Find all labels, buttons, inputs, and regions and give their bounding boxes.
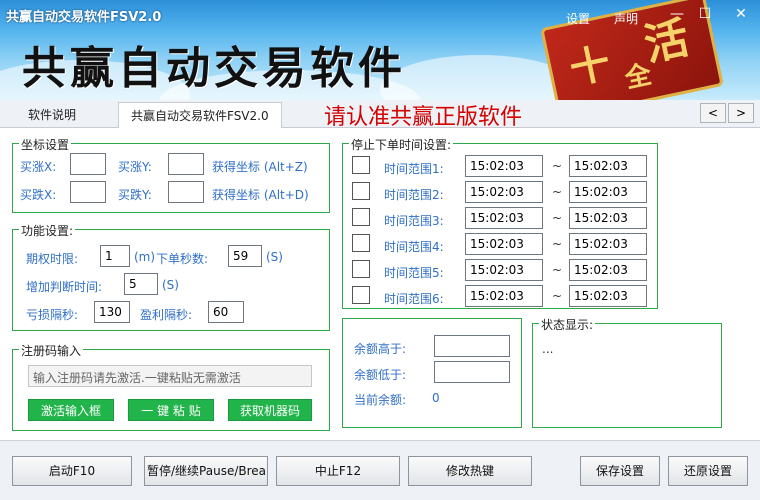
stop-time-to-input[interactable]: 15:02:03: [569, 181, 647, 203]
expiry-unit: (m): [134, 250, 156, 264]
stop-time-checkbox[interactable]: [352, 156, 370, 174]
stop-time-checkbox[interactable]: [352, 234, 370, 252]
registration-code-input[interactable]: 输入注册码请先激活.一键粘贴无需激活: [28, 365, 312, 387]
save-settings-button[interactable]: 保存设置: [580, 456, 660, 486]
buy-down-y-label: 买跌Y:: [118, 188, 152, 202]
coords-group-title: 坐标设置: [19, 136, 72, 153]
tab-notice: 请认准共赢正版软件: [324, 105, 523, 130]
start-button[interactable]: 启动F10: [12, 456, 132, 486]
order-seconds-label: 下单秒数:: [156, 252, 209, 266]
stop-time-from-input[interactable]: 15:02:03: [465, 259, 543, 281]
stop-time-to-input[interactable]: 15:02:03: [569, 155, 647, 177]
stop-time-to-input[interactable]: 15:02:03: [569, 285, 647, 307]
tab-main[interactable]: 共赢自动交易软件FSV2.0: [118, 102, 282, 128]
stop-time-to-input[interactable]: 15:02:03: [569, 259, 647, 281]
order-seconds-unit: (S): [266, 250, 283, 264]
order-seconds-input[interactable]: 59: [228, 245, 262, 267]
stop-time-checkbox[interactable]: [352, 182, 370, 200]
stop-time-from-input[interactable]: 15:02:03: [465, 181, 543, 203]
function-group-title: 功能设置:: [19, 222, 76, 239]
balance-above-label: 余额高于:: [354, 342, 407, 356]
loss-interval-label: 亏损隔秒:: [26, 308, 79, 322]
buy-up-x-label: 买涨X:: [20, 160, 57, 174]
balance-above-input[interactable]: [434, 335, 510, 357]
stop-time-from-input[interactable]: 15:02:03: [465, 285, 543, 307]
registration-group-title: 注册码输入: [19, 342, 84, 359]
stop-time-label: 时间范围2:: [384, 188, 444, 202]
modify-hotkey-button[interactable]: 修改热键: [408, 456, 532, 486]
activate-input-button[interactable]: 激活输入框: [28, 399, 114, 421]
stop-time-label: 时间范围4:: [384, 240, 444, 254]
status-text: ...: [542, 342, 554, 356]
stop-time-to-input[interactable]: 15:02:03: [569, 233, 647, 255]
stop-time-separator: ~: [552, 263, 563, 277]
get-machine-code-button[interactable]: 获取机器码: [228, 399, 312, 421]
stop-time-from-input[interactable]: 15:02:03: [465, 207, 543, 229]
settings-link[interactable]: 设置: [566, 10, 590, 27]
stop-time-to-input[interactable]: 15:02:03: [569, 207, 647, 229]
current-balance-value: 0: [432, 391, 440, 405]
stop-time-separator: ~: [552, 289, 563, 303]
stop-time-checkbox[interactable]: [352, 208, 370, 226]
window-title: 共赢自动交易软件FSV2.0: [6, 10, 162, 25]
stop-time-label: 时间范围3:: [384, 214, 444, 228]
stop-time-separator: ~: [552, 159, 563, 173]
status-group: 状态显示:: [532, 316, 722, 428]
stop-time-separator: ~: [552, 211, 563, 225]
restore-settings-button[interactable]: 还原设置: [668, 456, 748, 486]
stop-time-from-input[interactable]: 15:02:03: [465, 155, 543, 177]
badge-char: 十: [565, 39, 615, 94]
tab-next-button[interactable]: >: [728, 103, 754, 123]
get-coord-up-button[interactable]: 获得坐标 (Alt+Z): [212, 158, 308, 175]
buy-up-x-input[interactable]: [70, 153, 106, 175]
expiry-input[interactable]: 1: [100, 245, 130, 267]
stop-button[interactable]: 中止F12: [276, 456, 400, 486]
loss-interval-input[interactable]: 130: [94, 301, 130, 323]
minimize-icon[interactable]: —: [666, 6, 688, 24]
buy-up-y-label: 买涨Y:: [118, 160, 152, 174]
profit-interval-input[interactable]: 60: [208, 301, 244, 323]
stop-time-from-input[interactable]: 15:02:03: [465, 233, 543, 255]
buy-down-x-input[interactable]: [70, 181, 106, 203]
judge-time-input[interactable]: 5: [124, 273, 158, 295]
stop-time-label: 时间范围1:: [384, 162, 444, 176]
buy-down-x-label: 买跌X:: [20, 188, 57, 202]
current-balance-label: 当前余额:: [354, 393, 407, 407]
stop-time-group-title: 停止下单时间设置:: [349, 136, 454, 153]
app-window: 共赢自动交易软件FSV2.0 共赢自动交易软件 十 活 全 设置 声明 — ☐ …: [0, 0, 760, 500]
stop-time-separator: ~: [552, 185, 563, 199]
maximize-icon[interactable]: ☐: [694, 6, 716, 24]
tab-software-description[interactable]: 软件说明: [16, 102, 88, 128]
stop-time-separator: ~: [552, 237, 563, 251]
expiry-label: 期权时限:: [26, 252, 79, 266]
banner-title: 共赢自动交易软件: [22, 43, 406, 94]
buy-down-y-input[interactable]: [168, 181, 204, 203]
stop-time-label: 时间范围6:: [384, 292, 444, 306]
balance-below-input[interactable]: [434, 361, 510, 383]
judge-time-label: 增加判断时间:: [26, 280, 103, 294]
profit-interval-label: 盈利隔秒:: [140, 308, 193, 322]
status-group-title: 状态显示:: [539, 316, 596, 333]
balance-below-label: 余额低于:: [354, 368, 407, 382]
tab-bar: 软件说明 共赢自动交易软件FSV2.0 请认准共赢正版软件: [0, 100, 760, 130]
judge-time-unit: (S): [162, 278, 179, 292]
stop-time-label: 时间范围5:: [384, 266, 444, 280]
stop-time-checkbox[interactable]: [352, 260, 370, 278]
close-icon[interactable]: ✕: [730, 6, 752, 24]
pause-resume-button[interactable]: 暂停/继续Pause/Break: [144, 456, 268, 486]
statement-link[interactable]: 声明: [614, 10, 638, 27]
tab-prev-button[interactable]: <: [700, 103, 726, 123]
one-click-paste-button[interactable]: 一 键 粘 贴: [128, 399, 214, 421]
get-coord-down-button[interactable]: 获得坐标 (Alt+D): [212, 186, 309, 203]
buy-up-y-input[interactable]: [168, 153, 204, 175]
banner: 共赢自动交易软件FSV2.0 共赢自动交易软件 十 活 全 设置 声明 — ☐ …: [0, 0, 760, 100]
stop-time-checkbox[interactable]: [352, 286, 370, 304]
